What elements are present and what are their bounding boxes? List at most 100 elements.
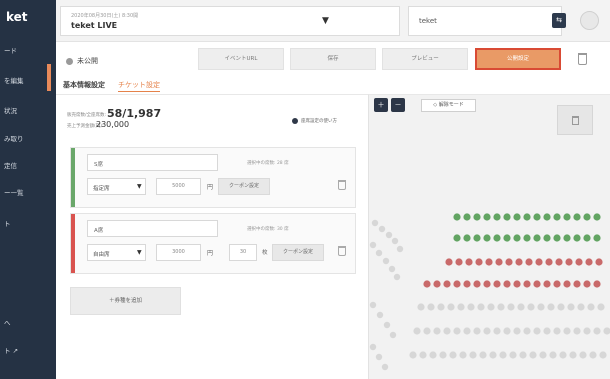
sidebar-item-status[interactable]: 状況	[4, 105, 17, 115]
seat-empty[interactable]	[376, 311, 384, 319]
seat-empty[interactable]	[489, 351, 497, 359]
seat-red[interactable]	[533, 280, 541, 288]
seat-green[interactable]	[473, 213, 481, 221]
seat-empty[interactable]	[587, 303, 595, 311]
seat-green[interactable]	[463, 213, 471, 221]
sidebar-item-dashboard[interactable]: ード	[4, 45, 17, 55]
seat-empty[interactable]	[477, 303, 485, 311]
seat-empty[interactable]	[409, 351, 417, 359]
seat-empty[interactable]	[557, 303, 565, 311]
seat-type-select[interactable]: 指定席 ▼	[87, 178, 146, 195]
sidebar-item-list[interactable]: ー一覧	[4, 187, 24, 197]
seat-empty[interactable]	[517, 303, 525, 311]
seat-red[interactable]	[595, 258, 603, 266]
ticket-name-input[interactable]: S席	[87, 154, 218, 171]
seat-red[interactable]	[423, 280, 431, 288]
seat-red[interactable]	[455, 258, 463, 266]
seat-empty[interactable]	[383, 321, 391, 329]
seat-map[interactable]	[369, 95, 610, 379]
seat-green[interactable]	[533, 234, 541, 242]
seat-green[interactable]	[493, 234, 501, 242]
seat-empty[interactable]	[439, 351, 447, 359]
seat-red[interactable]	[535, 258, 543, 266]
sidebar-item-settings[interactable]: 定信	[4, 160, 17, 170]
seat-green[interactable]	[473, 234, 481, 242]
avatar[interactable]	[580, 11, 599, 30]
zoom-out-button[interactable]: －	[391, 98, 405, 112]
seat-red[interactable]	[545, 258, 553, 266]
seat-empty[interactable]	[497, 303, 505, 311]
seat-empty[interactable]	[382, 257, 390, 265]
seat-empty[interactable]	[467, 303, 475, 311]
seat-empty[interactable]	[537, 303, 545, 311]
save-button[interactable]: 保存	[290, 48, 376, 70]
seat-empty[interactable]	[563, 327, 571, 335]
seat-empty[interactable]	[389, 331, 397, 339]
seat-green[interactable]	[563, 213, 571, 221]
seat-red[interactable]	[485, 258, 493, 266]
seat-red[interactable]	[543, 280, 551, 288]
seat-empty[interactable]	[539, 351, 547, 359]
seat-empty[interactable]	[573, 327, 581, 335]
seat-empty[interactable]	[369, 241, 377, 249]
seat-type-select[interactable]: 自由席 ▼	[87, 244, 146, 261]
price-input[interactable]: 3000	[156, 244, 201, 261]
tab-basic-info[interactable]: 基本情報設定	[63, 80, 105, 90]
seat-empty[interactable]	[589, 351, 597, 359]
seat-green[interactable]	[553, 213, 561, 221]
seat-empty[interactable]	[429, 351, 437, 359]
seat-green[interactable]	[453, 213, 461, 221]
seat-empty[interactable]	[437, 303, 445, 311]
switch-icon[interactable]: ⇆	[552, 13, 566, 28]
seat-red[interactable]	[473, 280, 481, 288]
seat-green[interactable]	[503, 213, 511, 221]
organization-select[interactable]: teket	[408, 6, 562, 36]
limit-input[interactable]: 30	[229, 244, 257, 261]
seat-empty[interactable]	[371, 219, 379, 227]
coupon-settings-button[interactable]: クーポン設定	[272, 244, 324, 261]
seat-empty[interactable]	[583, 327, 591, 335]
seat-red[interactable]	[555, 258, 563, 266]
seat-green[interactable]	[563, 234, 571, 242]
seat-empty[interactable]	[396, 245, 404, 253]
seat-empty[interactable]	[507, 303, 515, 311]
seat-green[interactable]	[593, 213, 601, 221]
seat-green[interactable]	[593, 234, 601, 242]
seat-red[interactable]	[465, 258, 473, 266]
seat-empty[interactable]	[385, 231, 393, 239]
seat-green[interactable]	[463, 234, 471, 242]
sidebar-item-back[interactable]: へ	[4, 317, 11, 327]
seat-red[interactable]	[593, 280, 601, 288]
seat-empty[interactable]	[569, 351, 577, 359]
seat-green[interactable]	[553, 234, 561, 242]
seat-empty[interactable]	[463, 327, 471, 335]
seat-red[interactable]	[493, 280, 501, 288]
seat-empty[interactable]	[597, 303, 605, 311]
sidebar-item-scan[interactable]: み取り	[4, 133, 24, 143]
seat-red[interactable]	[573, 280, 581, 288]
seat-empty[interactable]	[375, 353, 383, 361]
seat-red[interactable]	[525, 258, 533, 266]
seat-red[interactable]	[553, 280, 561, 288]
seat-empty[interactable]	[391, 237, 399, 245]
seat-empty[interactable]	[577, 303, 585, 311]
sidebar-item-extra[interactable]: ト	[4, 218, 11, 228]
seat-red[interactable]	[505, 258, 513, 266]
seat-empty[interactable]	[417, 303, 425, 311]
seat-empty[interactable]	[427, 303, 435, 311]
seat-red[interactable]	[433, 280, 441, 288]
seat-red[interactable]	[563, 280, 571, 288]
seat-empty[interactable]	[369, 301, 377, 309]
event-select[interactable]: 2020年08月30日(土) 8:30開 teket LIVE ▼	[60, 6, 400, 36]
trash-icon[interactable]	[338, 180, 346, 190]
seat-empty[interactable]	[553, 327, 561, 335]
seat-empty[interactable]	[513, 327, 521, 335]
seat-empty[interactable]	[413, 327, 421, 335]
seat-empty[interactable]	[375, 249, 383, 257]
seat-empty[interactable]	[533, 327, 541, 335]
seat-empty[interactable]	[423, 327, 431, 335]
seat-empty[interactable]	[378, 225, 386, 233]
sidebar-item-edit[interactable]: を編集	[4, 75, 24, 85]
coupon-settings-button[interactable]: クーポン設定	[218, 178, 270, 195]
seat-empty[interactable]	[547, 303, 555, 311]
